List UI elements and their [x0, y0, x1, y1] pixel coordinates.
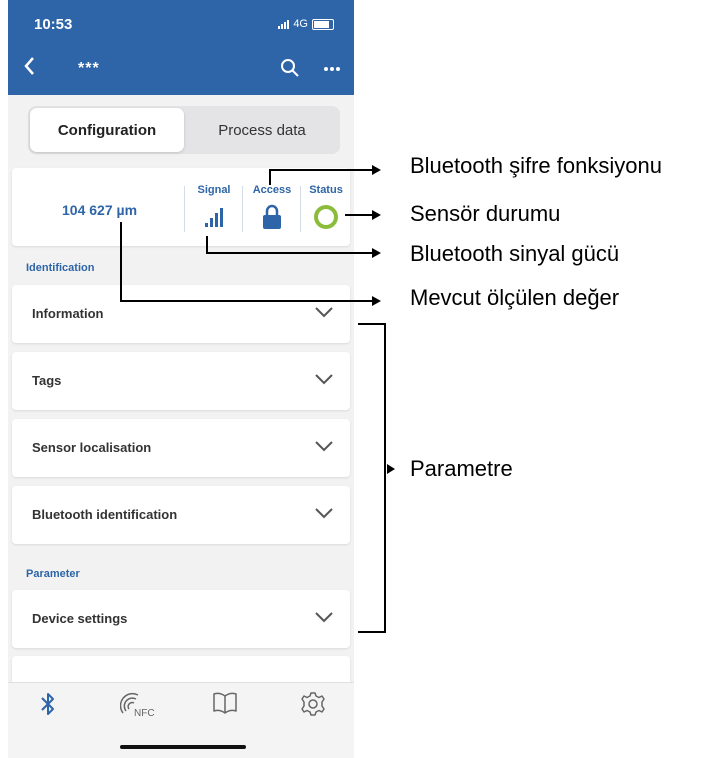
- divider: [242, 186, 243, 232]
- tab-settings[interactable]: [300, 691, 326, 722]
- divider: [300, 186, 301, 232]
- signal-strength-icon: [205, 208, 223, 227]
- list-item-label: Sensor localisation: [32, 440, 152, 455]
- page-title: ***: [78, 60, 100, 77]
- tab-documentation[interactable]: [212, 691, 238, 720]
- bluetooth-icon: [41, 693, 54, 715]
- more-options-button[interactable]: [324, 56, 340, 77]
- chevron-down-icon: [315, 441, 333, 452]
- signal-indicator: Signal: [186, 184, 242, 233]
- annotation-line: [120, 222, 122, 302]
- list-item-label: Tags: [32, 373, 62, 388]
- chevron-left-icon: [24, 57, 34, 75]
- annotation-line: [269, 169, 271, 185]
- annotation-arrow: [387, 464, 395, 474]
- annotation-line: [120, 300, 372, 302]
- network-type: 4G: [293, 18, 308, 30]
- status-indicators: 4G: [278, 18, 334, 30]
- section-header-parameter: Parameter: [26, 568, 80, 580]
- annotation-bracket: [358, 631, 385, 633]
- search-icon: [281, 59, 299, 77]
- annotation-sensor-status: Sensör durumu: [410, 201, 561, 226]
- search-button[interactable]: [280, 58, 300, 83]
- list-item-information[interactable]: Information: [12, 285, 350, 343]
- measured-value: 104 627 µm: [62, 202, 138, 218]
- annotation-current-value: Mevcut ölçülen değer: [410, 285, 620, 310]
- more-horizontal-icon: [324, 67, 340, 71]
- list-item-bluetooth-identification[interactable]: Bluetooth identification: [12, 486, 350, 544]
- annotation-line: [345, 214, 373, 216]
- tab-process-data[interactable]: Process data: [186, 108, 338, 152]
- annotation-line: [206, 252, 372, 254]
- sensor-status-card: 104 627 µm Signal Access Status: [12, 168, 350, 246]
- tab-nfc[interactable]: NFC: [119, 691, 160, 724]
- list-item-label: Bluetooth identification: [32, 507, 178, 522]
- list-item-tags[interactable]: Tags: [12, 352, 350, 410]
- annotation-bracket: [384, 323, 386, 633]
- signal-label: Signal: [197, 184, 231, 196]
- phone-screen: 10:53 4G *** Configuration Process data …: [8, 0, 354, 758]
- cell-signal-icon: [278, 19, 290, 29]
- settings-icon: [301, 692, 325, 716]
- chevron-down-icon: [315, 307, 333, 318]
- app-header: 10:53 4G ***: [8, 0, 354, 95]
- battery-icon: [312, 18, 334, 30]
- list-item-label: Information: [32, 306, 104, 321]
- annotation-signal-strength: Bluetooth sinyal gücü: [410, 241, 620, 266]
- annotation-bracket: [358, 323, 385, 325]
- nfc-icon: NFC: [119, 692, 155, 719]
- annotation-line: [206, 236, 208, 253]
- home-indicator: [120, 745, 246, 749]
- tab-configuration[interactable]: Configuration: [30, 108, 184, 152]
- annotation-arrow: [372, 248, 381, 258]
- divider: [184, 186, 185, 232]
- list-item-device-settings[interactable]: Device settings: [12, 590, 350, 648]
- lock-icon: [263, 204, 281, 229]
- status-label: Status: [309, 184, 343, 196]
- list-item-sensor-localisation[interactable]: Sensor localisation: [12, 419, 350, 477]
- annotation-parameter: Parametre: [410, 456, 513, 481]
- access-label: Access: [252, 184, 292, 196]
- annotation-arrow: [372, 165, 381, 175]
- status-time: 10:53: [34, 16, 73, 33]
- status-indicator: Status: [302, 184, 350, 235]
- annotation-line: [269, 169, 372, 171]
- annotation-arrow: [372, 210, 381, 220]
- status-ok-icon: [314, 205, 338, 229]
- back-button[interactable]: [22, 55, 36, 81]
- annotation-arrow: [372, 296, 381, 306]
- tab-bluetooth[interactable]: [38, 691, 58, 722]
- access-indicator[interactable]: Access: [244, 184, 300, 235]
- list-item-label: Device settings: [32, 611, 128, 626]
- nfc-label: NFC: [134, 708, 155, 719]
- chevron-down-icon: [315, 612, 333, 623]
- section-header-identification: Identification: [26, 262, 95, 274]
- annotation-password: Bluetooth şifre fonksiyonu: [410, 153, 662, 178]
- view-segmented-control: Configuration Process data: [28, 106, 340, 154]
- chevron-down-icon: [315, 374, 333, 385]
- book-icon: [213, 692, 237, 714]
- chevron-down-icon: [315, 508, 333, 519]
